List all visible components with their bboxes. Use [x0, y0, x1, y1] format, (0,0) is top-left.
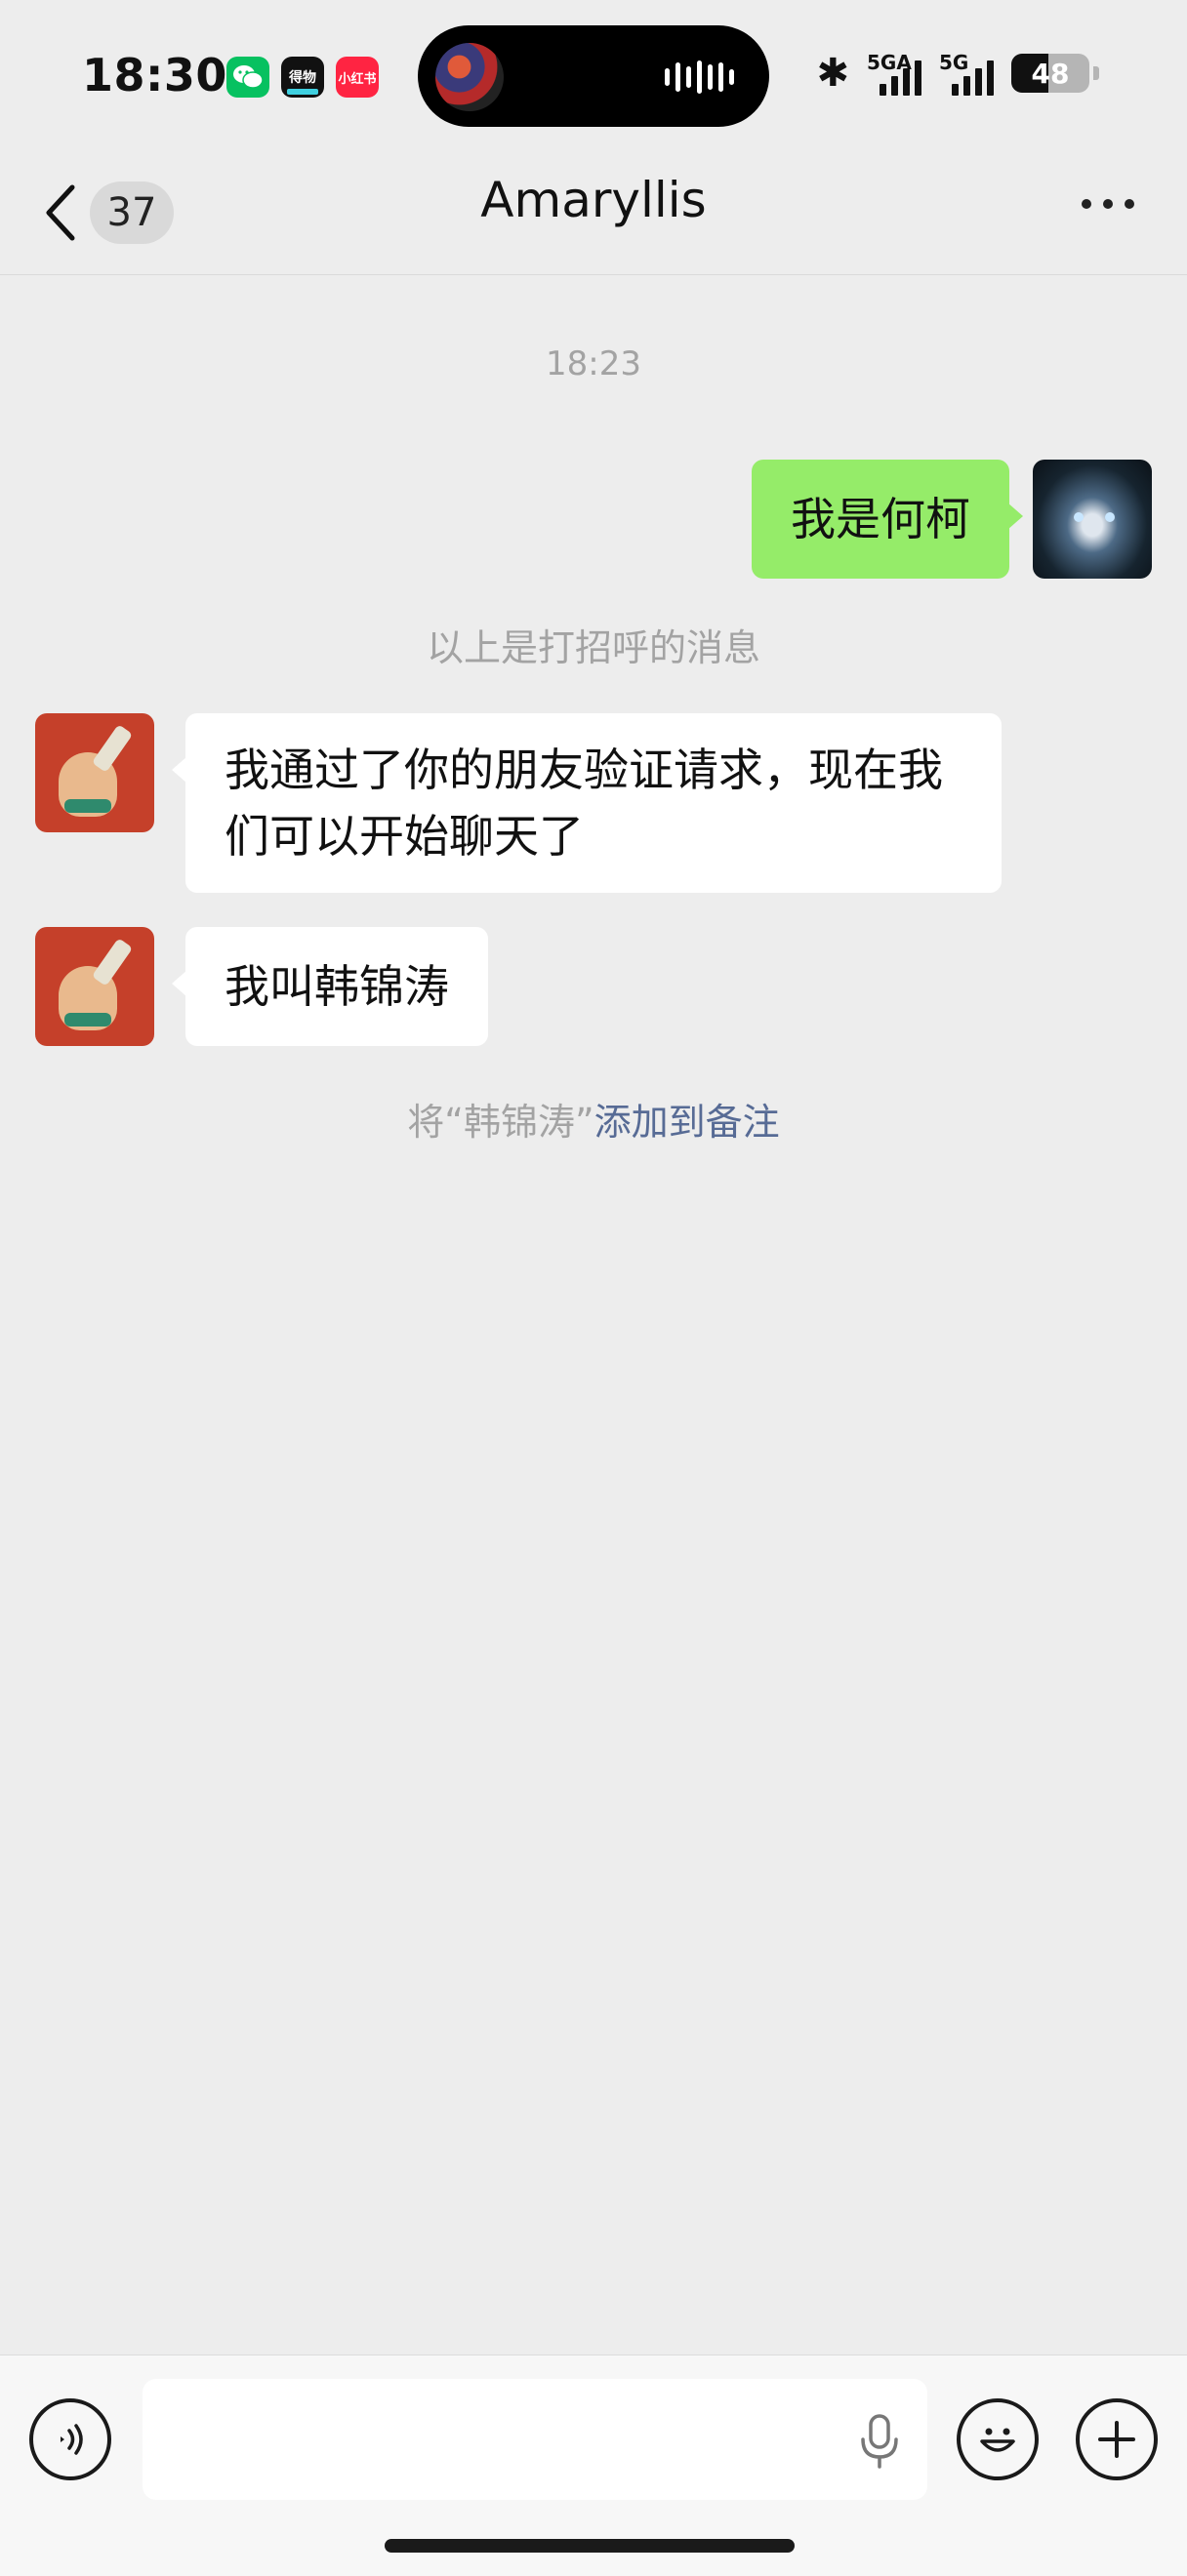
- dewu-app-label: 得物: [289, 70, 316, 86]
- message-text: 我是何柯: [791, 493, 970, 545]
- more-options-button[interactable]: [1082, 199, 1134, 209]
- home-indicator[interactable]: [385, 2539, 795, 2553]
- more-functions-button[interactable]: [1076, 2398, 1158, 2480]
- peer-avatar[interactable]: [35, 713, 154, 832]
- chat-screen: 18:30 得物 小红书 ✱ 5GA 5G 48 37 Amaryllis 18…: [0, 0, 1187, 2576]
- add-remark-link[interactable]: 添加到备注: [594, 1101, 780, 1144]
- cellular-signal-icon: 5GA: [867, 51, 921, 96]
- cellular-signal-icon-2: 5G: [939, 51, 994, 96]
- plus-icon: [1098, 2421, 1135, 2458]
- peer-avatar[interactable]: [35, 927, 154, 1046]
- emoji-icon: [980, 2428, 1015, 2452]
- emoji-button[interactable]: [957, 2398, 1039, 2480]
- greeting-system-note: 以上是打招呼的消息: [426, 626, 760, 669]
- more-dots-icon: [1082, 199, 1091, 209]
- status-time: 18:30: [82, 49, 227, 101]
- message-timestamp: 18:23: [546, 344, 641, 383]
- battery-icon: 48: [1011, 54, 1089, 93]
- audio-waveform-icon: [665, 60, 734, 94]
- chat-header: 37 Amaryllis: [0, 146, 1187, 275]
- status-bar: 18:30 得物 小红书 ✱ 5GA 5G 48: [0, 0, 1187, 146]
- dewu-app-icon: 得物: [281, 57, 324, 98]
- microphone-icon[interactable]: [857, 2412, 902, 2471]
- voice-input-icon: [61, 2424, 83, 2455]
- system-icons: ✱ 5GA 5G 48: [816, 51, 1099, 96]
- message-bubble-peer[interactable]: 我叫韩锦涛: [172, 927, 488, 1046]
- message-text: 我叫韩锦涛: [225, 960, 449, 1013]
- dynamic-island[interactable]: [418, 25, 769, 127]
- self-avatar[interactable]: [1033, 460, 1152, 579]
- message-bubble-peer[interactable]: 我通过了你的朋友验证请求，现在我们可以开始聊天了: [172, 713, 1002, 893]
- message-input[interactable]: [143, 2379, 927, 2500]
- remark-system-note: 将“韩锦涛”添加到备注: [0, 1092, 1187, 1146]
- voice-input-button[interactable]: [29, 2398, 111, 2480]
- bluetooth-icon: ✱: [816, 51, 849, 96]
- xiaohongshu-app-icon: 小红书: [336, 57, 379, 98]
- message-text: 我通过了你的朋友验证请求，现在我们可以开始聊天了: [225, 744, 943, 863]
- wechat-icon: [226, 57, 269, 98]
- album-cover-icon: [435, 43, 504, 111]
- battery-level: 48: [1031, 58, 1070, 90]
- message-bubble-self[interactable]: 我是何柯: [752, 460, 1023, 579]
- xiaohongshu-app-label: 小红书: [338, 71, 377, 87]
- remark-prefix: 将“韩锦涛”: [407, 1101, 594, 1144]
- message-list[interactable]: 18:23 我是何柯 以上是打招呼的消息 我通过了你的朋友验证请求，现在我们可以…: [0, 276, 1187, 2355]
- input-bar: [0, 2355, 1187, 2576]
- chat-title: Amaryllis: [480, 172, 707, 228]
